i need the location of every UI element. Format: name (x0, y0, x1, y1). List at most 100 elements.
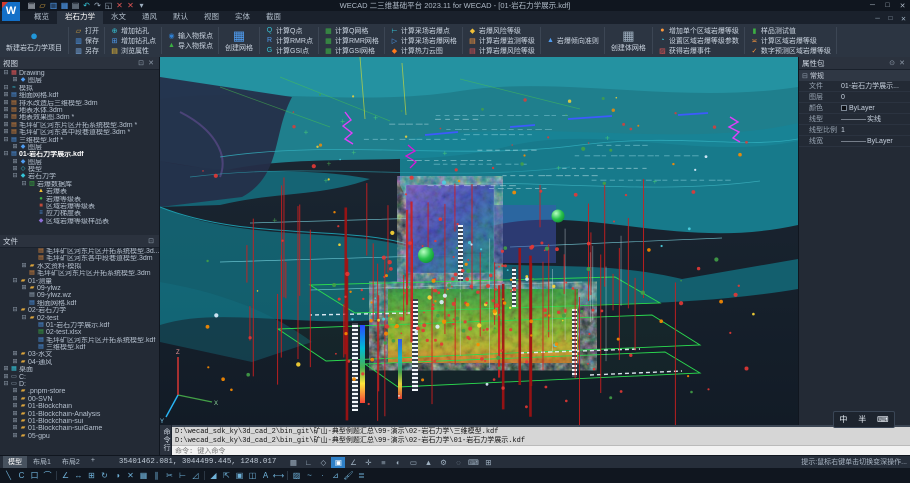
expander-icon[interactable]: ⊞ (2, 366, 10, 373)
expander-icon[interactable]: ⊞ (11, 388, 19, 395)
calc-rockburst-risk-grade-button[interactable]: ▤计算岩爆风险等级 (465, 46, 538, 56)
open-button[interactable]: ▱打开 (71, 26, 102, 36)
dimension-icon[interactable]: ⟷ (272, 469, 285, 482)
pin-icon[interactable]: ⊙ (887, 59, 897, 67)
clean-screen-toggle[interactable]: ⊞ (481, 457, 495, 468)
calc-thermal-cloud-map-button[interactable]: ◆计算热力云图 (387, 46, 460, 56)
expander-icon[interactable]: ⊞ (2, 100, 10, 107)
rockburst-criterion-button[interactable]: ▲岩爆倾向准则 (543, 36, 602, 46)
expander-icon[interactable]: ⊟ (2, 381, 10, 388)
print-icon[interactable]: ▤ (70, 1, 81, 11)
undo-icon[interactable]: ↶ (81, 1, 92, 11)
tree-item[interactable]: ⊞▤毛坪矿区河东各中段巷道模型.3dm * (0, 129, 159, 136)
osnap-toggle[interactable]: ▣ (331, 457, 345, 468)
tree-item[interactable]: ⊟▦Drawing (0, 70, 159, 77)
mirror-icon[interactable]: ◑ (111, 469, 124, 482)
close-icon[interactable]: ✕ (897, 59, 907, 67)
layer-icon[interactable]: ≣ (355, 469, 368, 482)
tree-item[interactable]: ⊞▰01-Blockchain-sui (0, 418, 159, 425)
tab-view[interactable]: 视图 (196, 9, 227, 24)
app-logo[interactable]: W (2, 2, 20, 21)
doc-restore-button[interactable]: □ (884, 13, 897, 24)
tree-item[interactable]: ⊟▭D: (0, 381, 159, 388)
properties-section-general[interactable]: ⊟ 常规 (799, 70, 910, 81)
tree-item[interactable]: ⊞▰05-gpu (0, 433, 159, 440)
copy-icon[interactable]: ⊞ (85, 469, 98, 482)
tree-item[interactable]: ⊞▰03-水文 (0, 351, 159, 358)
expander-icon[interactable]: ⊟ (2, 137, 10, 144)
tab-section[interactable]: 截面 (258, 9, 289, 24)
insert-block-icon[interactable]: ◫ (246, 469, 259, 482)
tree-item[interactable]: ⊞◆图层 (0, 77, 159, 84)
calc-rockburst-monitor-grade-button[interactable]: ▤计算岩爆监测等级 (465, 36, 538, 46)
tree-item[interactable]: ⊟▰02-test (0, 315, 159, 322)
create-volume-grid-button[interactable]: ▦创建体网格 (607, 25, 650, 56)
tree-item[interactable]: ▤02-test.xlsx (0, 329, 159, 336)
add-borehole-button[interactable]: ⊕增加钻孔 (107, 26, 159, 36)
expander-icon[interactable]: ⊞ (2, 92, 10, 99)
expander-icon[interactable]: ⊞ (2, 122, 10, 129)
add-borehole-point-button[interactable]: ⊞增加钻孔点 (107, 36, 159, 46)
rectangle-icon[interactable]: 口 (28, 469, 41, 482)
close-all-icon[interactable]: ✕ (125, 1, 136, 11)
ortho-toggle[interactable]: ∟ (301, 457, 315, 468)
pin-icon[interactable]: ⊡ (136, 59, 146, 67)
new-rock-mechanics-project-button[interactable]: ●新建岩石力学项目 (2, 25, 66, 56)
tree-item[interactable]: ⊞▰04-通风 (0, 359, 159, 366)
expander-icon[interactable]: ⊞ (11, 144, 19, 151)
calc-rmr-point-button[interactable]: R计算RMR点 (262, 36, 316, 46)
expander-icon[interactable]: ⊞ (20, 263, 28, 270)
tree-item[interactable]: ▤毛坪矿区河东片区开拓系统模型.3d... (0, 248, 159, 255)
close-icon[interactable]: ✕ (146, 59, 156, 67)
import-survey-point-button[interactable]: ▲导入物探点 (164, 41, 216, 51)
tree-item[interactable]: ⊞▰01-Blockchain (0, 403, 159, 410)
tree-item[interactable]: ⊞▰.pnpm-store (0, 388, 159, 395)
tree-item[interactable]: ⊞▰01-Blockchain-suiGame (0, 425, 159, 432)
tree-item[interactable]: ◆区域岩爆等级样品表 (0, 218, 159, 225)
tab-ventilation[interactable]: 通风 (134, 9, 165, 24)
match-properties-icon[interactable]: 🖌 (342, 469, 355, 482)
tree-item[interactable]: ⊞▰01-Blockchain-Analysis (0, 411, 159, 418)
expander-icon[interactable]: ⊟ (2, 85, 10, 92)
tree-item[interactable]: ▤三维模型.kdf (0, 344, 159, 351)
tree-item[interactable]: ⊟▤三维模型.kdf * (0, 137, 159, 144)
tree-item[interactable]: ▤毛坪矿区河东片区开拓系统模型.kdf (0, 337, 159, 344)
expander-icon[interactable]: ⊞ (11, 418, 19, 425)
tab-hydrology[interactable]: 水文 (103, 9, 134, 24)
close-icon[interactable]: ✕ (114, 1, 125, 11)
minimize-button[interactable]: ─ (865, 1, 880, 11)
close-button[interactable]: ✕ (895, 1, 910, 11)
tab-rock-mechanics[interactable]: 岩石力学 (57, 9, 103, 24)
redo-icon[interactable]: ↷ (92, 1, 103, 11)
add-single-region-grade-button[interactable]: ●增加单个区域岩爆等级 (655, 26, 742, 36)
line-icon[interactable]: ╲ (2, 469, 15, 482)
tree-item[interactable]: ⊟▰02-岩石力学 (0, 307, 159, 314)
expander-icon[interactable]: ⊟ (20, 181, 28, 188)
isolate-objects-toggle[interactable]: ◌ (451, 457, 465, 468)
property-row[interactable]: 线型比例1 (799, 125, 910, 136)
tree-item[interactable]: ⊞▤排水改造后三维模型.3dm (0, 100, 159, 107)
arc-icon[interactable]: ⌒ (41, 469, 54, 482)
expander-icon[interactable]: ⊞ (2, 114, 10, 121)
viewport-icon[interactable]: ◱ (103, 1, 114, 11)
save-icon[interactable]: ▥ (48, 1, 59, 11)
expander-icon[interactable]: ⊞ (11, 359, 19, 366)
tree-item[interactable]: ≡应力梯度表 (0, 210, 159, 217)
tree-item[interactable]: ⊞▰00-SVN (0, 396, 159, 403)
expander-icon[interactable]: ⊟ (2, 70, 10, 77)
create-grid-button[interactable]: ▦创建网格 (221, 25, 257, 56)
ime-keyboard-icon[interactable]: ⌨ (877, 415, 889, 424)
point-icon[interactable]: · (316, 469, 329, 482)
expander-icon[interactable]: ⊞ (11, 433, 19, 440)
calc-gsi-grid-button[interactable]: ▦计算GSI网格 (321, 46, 382, 56)
calc-stope-rockburst-point-button[interactable]: ⊢计算采场岩爆点 (387, 26, 460, 36)
expander-icon[interactable]: ⊞ (2, 129, 10, 136)
polyline-icon[interactable]: ∠ (59, 469, 72, 482)
tree-item[interactable]: ▤毛坪矿区河东片区开拓系统模型.3dm (0, 270, 159, 277)
tree-item[interactable]: ⊞◇模型 (0, 166, 159, 173)
trim-icon[interactable]: ✂ (163, 469, 176, 482)
collapse-icon[interactable]: ⊟ (802, 72, 810, 80)
calc-q-point-button[interactable]: Q计算Q点 (262, 26, 316, 36)
text-icon[interactable]: A (259, 469, 272, 482)
layout2-tab[interactable]: 布局2 (57, 456, 85, 468)
